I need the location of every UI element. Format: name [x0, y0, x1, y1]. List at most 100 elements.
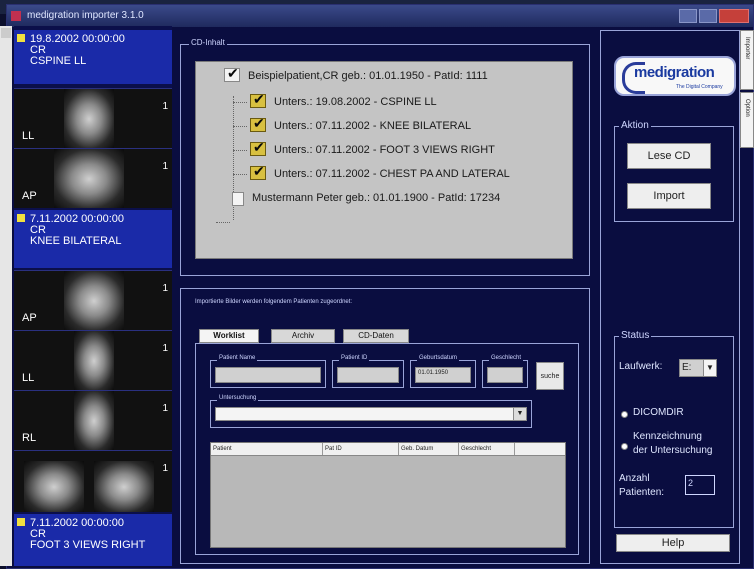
side-tab-option[interactable]: Option: [740, 92, 754, 148]
exam-checkbox[interactable]: ✔: [250, 163, 266, 180]
scroll-up-icon[interactable]: [1, 28, 11, 38]
birthdate-field[interactable]: 01.01.1950: [415, 367, 471, 383]
marking-label-line2: der Untersuchung: [633, 445, 713, 456]
thumbnail-label: LL: [22, 130, 35, 142]
left-scrollbar[interactable]: [0, 26, 12, 566]
study-marker-icon: [17, 214, 25, 222]
read-cd-button[interactable]: Lese CD: [627, 143, 711, 169]
grid-col-gender[interactable]: Geschlecht: [459, 443, 515, 455]
minimize-button[interactable]: [679, 9, 697, 23]
tree-patient-1[interactable]: Beispielpatient,CR geb.: 01.01.1950 - Pa…: [248, 70, 488, 82]
study-description: CSPINE LL: [30, 55, 87, 67]
tree-connector: [233, 102, 247, 103]
patient-count-field: 2: [685, 475, 715, 495]
search-button[interactable]: suche: [536, 362, 564, 390]
patient-count-label-line1: Anzahl: [619, 473, 650, 484]
cd-tree[interactable]: ✔ Beispielpatient,CR geb.: 01.01.1950 - …: [195, 61, 573, 259]
side-tab-importer[interactable]: Importer: [740, 30, 754, 90]
thumbnail-label: LL: [22, 372, 35, 384]
patient-id-field[interactable]: [337, 367, 399, 383]
study-header-1[interactable]: 19.8.2002 00:00:00 CR CSPINE LL: [14, 30, 172, 84]
gender-field[interactable]: [487, 367, 523, 383]
thumbnail-count: 1: [162, 403, 168, 414]
drive-select[interactable]: E: ▼: [679, 359, 717, 377]
tree-exam[interactable]: Unters.: 19.08.2002 - CSPINE LL: [274, 96, 437, 108]
tab-worklist[interactable]: Worklist: [199, 329, 259, 343]
thumbnail-image[interactable]: AP 1: [14, 148, 172, 208]
thumbnail-label: AP: [22, 312, 37, 324]
patient-name-group: Patient Name: [210, 355, 326, 388]
thumbnail-image[interactable]: AP 1: [14, 270, 172, 330]
close-button[interactable]: [719, 9, 749, 23]
thumbnail-image[interactable]: RL 1: [14, 390, 172, 450]
study-description: FOOT 3 VIEWS RIGHT: [30, 539, 146, 551]
patient-id-group: Patient ID: [332, 355, 404, 388]
study-description: KNEE BILATERAL: [30, 235, 122, 247]
study-marker-icon: [17, 34, 25, 42]
tree-exam[interactable]: Unters.: 07.11.2002 - CHEST PA AND LATER…: [274, 168, 510, 180]
import-button[interactable]: Import: [627, 183, 711, 209]
import-caption: Importierte Bilder werden folgendem Pati…: [195, 299, 353, 305]
gender-label: Geschlecht: [489, 355, 524, 361]
window-title: medigration importer 3.1.0: [27, 10, 144, 21]
drive-label: Laufwerk:: [619, 361, 663, 372]
drive-value: E:: [682, 362, 692, 373]
birthdate-label: Geburtsdatum: [417, 355, 460, 361]
checkmark-icon: ✔: [253, 163, 265, 179]
patient-document-icon[interactable]: [232, 192, 244, 206]
checkmark-icon: ✔: [253, 115, 265, 131]
action-group: Aktion Lese CD Import: [614, 120, 734, 222]
app-icon: [11, 11, 21, 21]
grid-col-patient[interactable]: Patient: [211, 443, 323, 455]
patient-count-label-line2: Patienten:: [619, 487, 665, 498]
examination-select[interactable]: ▼: [215, 407, 527, 421]
tree-connector: [233, 126, 247, 127]
tree-connector: [233, 174, 247, 175]
tree-exam[interactable]: Unters.: 07.11.2002 - FOOT 3 VIEWS RIGHT: [274, 144, 495, 156]
exam-checkbox[interactable]: ✔: [250, 115, 266, 132]
grid-col-birthdate[interactable]: Geb. Datum: [399, 443, 459, 455]
exam-checkbox[interactable]: ✔: [250, 91, 266, 108]
study-date: 19.8.2002 00:00:00: [30, 33, 125, 45]
tree-exam[interactable]: Unters.: 07.11.2002 - KNEE BILATERAL: [274, 120, 471, 132]
status-group: Status Laufwerk: E: ▼ DICOMDIR Kennzeich…: [614, 330, 734, 528]
tab-archiv[interactable]: Archiv: [271, 329, 335, 343]
tree-patient-2[interactable]: Mustermann Peter geb.: 01.01.1900 - PatI…: [252, 192, 500, 204]
medigration-logo: medigration The Digital Company: [614, 56, 736, 96]
title-bar[interactable]: medigration importer 3.1.0: [7, 5, 753, 27]
chevron-down-icon[interactable]: ▼: [513, 408, 526, 420]
study-date: 7.11.2002 00:00:00: [30, 517, 124, 529]
checkmark-icon: ✔: [253, 91, 265, 107]
tree-connector: [216, 222, 230, 223]
patient-name-label: Patient Name: [217, 355, 258, 361]
xray-image: [24, 461, 84, 512]
xray-image: [74, 391, 114, 450]
grid-col-patid[interactable]: Pat ID: [323, 443, 399, 455]
patient-name-field[interactable]: [215, 367, 321, 383]
exam-checkbox[interactable]: ✔: [250, 139, 266, 156]
study-marker-icon: [17, 518, 25, 526]
thumbnail-image[interactable]: LL 1: [14, 88, 172, 148]
tree-connector: [233, 150, 247, 151]
gender-group: Geschlecht: [482, 355, 528, 388]
study-header-3[interactable]: 7.11.2002 00:00:00 CR FOOT 3 VIEWS RIGHT: [14, 514, 172, 566]
thumbnail-image[interactable]: 1: [14, 450, 172, 512]
marking-radio[interactable]: [621, 443, 628, 450]
maximize-button[interactable]: [699, 9, 717, 23]
thumbnail-count: 1: [162, 463, 168, 474]
grid-header: Patient Pat ID Geb. Datum Geschlecht: [211, 443, 565, 456]
study-date: 7.11.2002 00:00:00: [30, 213, 124, 225]
xray-image: [64, 271, 124, 330]
xray-image: [64, 89, 114, 148]
thumbnail-image[interactable]: LL 1: [14, 330, 172, 390]
study-header-2[interactable]: 7.11.2002 00:00:00 CR KNEE BILATERAL: [14, 210, 172, 268]
patient-checkbox[interactable]: ✔: [224, 65, 240, 82]
marking-label-line1: Kennzeichnung: [633, 431, 702, 442]
patient-grid[interactable]: Patient Pat ID Geb. Datum Geschlecht: [210, 442, 566, 548]
thumbnail-label: RL: [22, 432, 37, 444]
chevron-down-icon[interactable]: ▼: [703, 360, 716, 376]
dicomdir-radio[interactable]: [621, 411, 628, 418]
tab-cd-daten[interactable]: CD-Daten: [343, 329, 409, 343]
help-button[interactable]: Help: [616, 534, 730, 552]
thumbnail-count: 1: [162, 343, 168, 354]
